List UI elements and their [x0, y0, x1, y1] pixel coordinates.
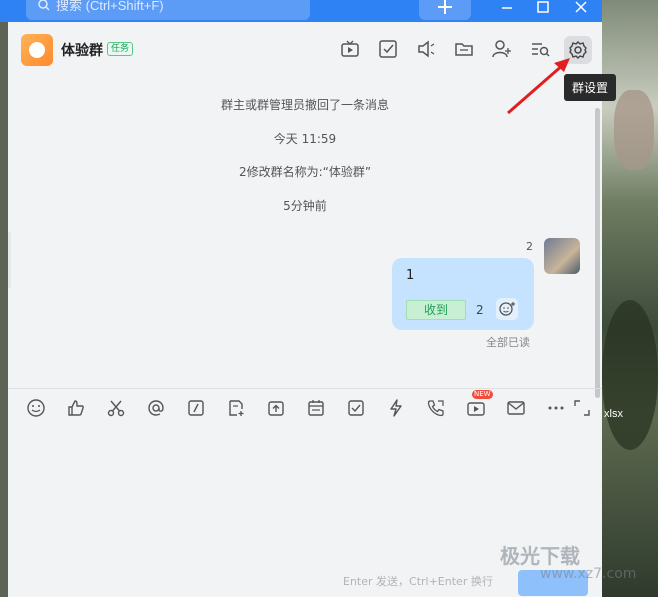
read-status: 全部已读 [486, 336, 530, 349]
thumbs-up-icon[interactable] [66, 398, 88, 420]
minimize-icon [502, 7, 512, 9]
folder-icon[interactable] [453, 38, 475, 60]
desktop-file-label[interactable]: xlsx [604, 408, 623, 420]
slash-icon[interactable] [186, 398, 208, 420]
task-check-icon[interactable] [346, 398, 368, 420]
read-count[interactable]: 2 [526, 240, 533, 253]
add-reaction-button[interactable] [496, 298, 518, 320]
scissors-icon[interactable] [106, 398, 128, 420]
add-button[interactable] [419, 0, 471, 20]
phone-icon[interactable] [426, 398, 448, 420]
task-tag: 任务 [107, 42, 134, 56]
system-message: 5分钟前 [283, 199, 327, 213]
message-text: 1 [406, 268, 415, 283]
group-avatar[interactable] [21, 34, 53, 66]
expand-icon[interactable] [572, 398, 594, 420]
search-placeholder: 搜索 (Ctrl+Shift+F) [56, 0, 164, 13]
upload-icon[interactable] [266, 398, 288, 420]
mail-icon[interactable] [506, 398, 528, 420]
maximize-button[interactable] [528, 0, 558, 18]
watermark-site: www.xz7.com [540, 566, 637, 582]
red-arrow-annotation [507, 58, 570, 115]
lightning-icon[interactable] [386, 398, 408, 420]
emoji-icon[interactable] [26, 398, 48, 420]
top-bar: 搜索 (Ctrl+Shift+F) [0, 0, 602, 22]
received-count[interactable]: 2 [476, 303, 484, 317]
system-message: 今天 11:59 [273, 132, 337, 146]
plus-icon [438, 0, 452, 14]
search-icon [38, 0, 50, 11]
tv-icon[interactable] [339, 38, 361, 60]
note-icon[interactable] [226, 398, 248, 420]
check-icon[interactable] [377, 38, 399, 60]
received-button[interactable]: 收到 [406, 300, 466, 320]
new-badge: NEW [472, 390, 493, 399]
system-message: 2修改群名称为:“体验群” [238, 165, 372, 179]
volume-icon[interactable] [415, 38, 437, 60]
more-icon[interactable] [546, 398, 568, 420]
input-hint: Enter 发送，Ctrl+Enter 换行 [343, 575, 493, 588]
search-input[interactable]: 搜索 (Ctrl+Shift+F) [26, 0, 310, 20]
message-bubble[interactable]: 1 收到 2 [392, 258, 534, 330]
smile-icon [29, 42, 45, 58]
scrollbar[interactable] [595, 108, 600, 398]
add-emoji-icon [499, 302, 515, 316]
avatar[interactable] [544, 238, 580, 274]
calendar-icon[interactable] [306, 398, 328, 420]
at-icon[interactable] [146, 398, 168, 420]
desktop-decoration [602, 300, 658, 450]
close-icon [575, 1, 587, 13]
watermark-brand: 极光下载 [500, 544, 580, 568]
group-name[interactable]: 体验群 [61, 40, 103, 60]
close-button[interactable] [566, 0, 596, 18]
video-icon[interactable] [466, 398, 488, 420]
divider [8, 388, 602, 389]
maximize-icon [537, 1, 549, 13]
minimize-button[interactable] [492, 0, 522, 18]
desktop-decoration [614, 90, 654, 170]
side-collapse-handle[interactable] [8, 232, 11, 288]
